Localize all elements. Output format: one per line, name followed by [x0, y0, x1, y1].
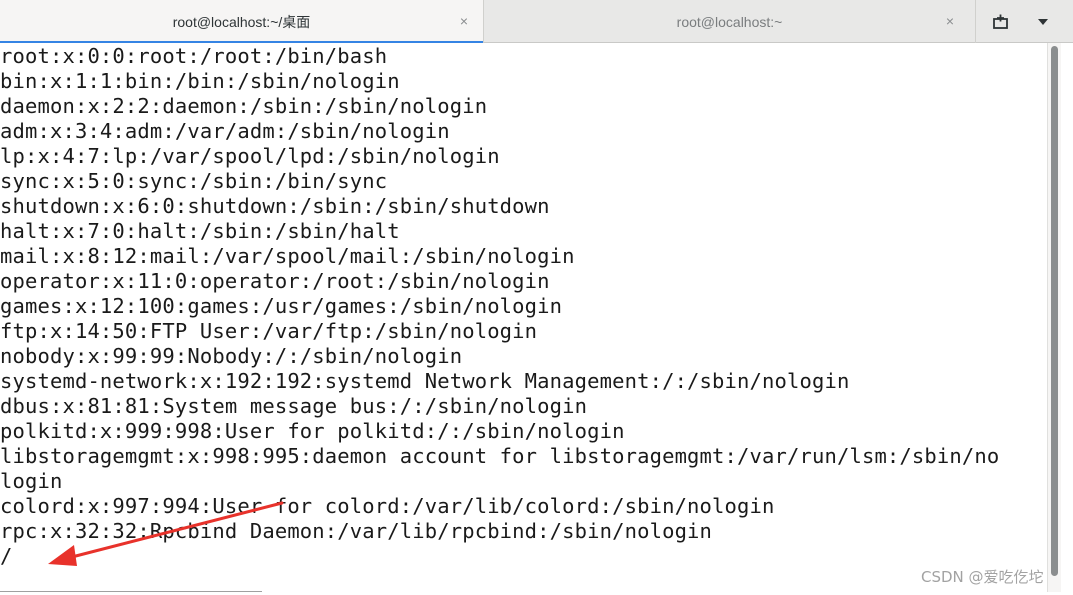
new-tab-button[interactable] [984, 10, 1018, 34]
watermark: CSDN @爱吃仡坨 [921, 568, 1044, 586]
terminal-line: adm:x:3:4:adm:/var/adm:/sbin/nologin [0, 119, 450, 143]
status-strip [0, 591, 262, 595]
terminal-line: games:x:12:100:games:/usr/games:/sbin/no… [0, 294, 563, 318]
tab-title: root@localhost:~/桌面 [172, 13, 311, 30]
terminal-line: operator:x:11:0:operator:/root:/sbin/nol… [0, 269, 550, 293]
terminal-line: rpc:x:32:32:Rpcbind Daemon:/var/lib/rpcb… [0, 519, 713, 543]
terminal-line: shutdown:x:6:0:shutdown:/sbin:/sbin/shut… [0, 194, 550, 218]
terminal-line: lp:x:4:7:lp:/var/spool/lpd:/sbin/nologin [0, 144, 500, 168]
terminal-line: / [0, 544, 13, 568]
terminal-line: daemon:x:2:2:daemon:/sbin:/sbin/nologin [0, 94, 488, 118]
tab-desktop[interactable]: root@localhost:~/桌面 × [0, 0, 484, 44]
tab-title: root@localhost:~ [676, 13, 783, 30]
terminal-line: root:x:0:0:root:/root:/bin/bash [0, 44, 388, 68]
close-icon[interactable]: × [456, 13, 472, 29]
scrollbar-thumb[interactable] [1051, 46, 1058, 576]
terminal-view[interactable]: root:x:0:0:root:/root:/bin/bash bin:x:1:1… [0, 43, 1047, 592]
terminal-line: polkitd:x:999:998:User for polkitd:/:/sb… [0, 419, 625, 443]
tab-bar: root@localhost:~/桌面 × root@localhost:~ × [0, 0, 1073, 44]
terminal-line: halt:x:7:0:halt:/sbin:/sbin/halt [0, 219, 400, 243]
terminal-line: dbus:x:81:81:System message bus:/:/sbin/… [0, 394, 588, 418]
terminal-line: mail:x:8:12:mail:/var/spool/mail:/sbin/n… [0, 244, 575, 268]
terminal-line: sync:x:5:0:sync:/sbin:/bin/sync [0, 169, 388, 193]
tab-home[interactable]: root@localhost:~ × [484, 0, 976, 43]
terminal-line: nobody:x:99:99:Nobody:/:/sbin/nologin [0, 344, 463, 368]
terminal-line: bin:x:1:1:bin:/bin:/sbin/nologin [0, 69, 400, 93]
terminal-line: systemd-network:x:192:192:systemd Networ… [0, 369, 850, 393]
terminal-line: ftp:x:14:50:FTP User:/var/ftp:/sbin/nolo… [0, 319, 538, 343]
terminal-line: login [0, 469, 63, 493]
new-tab-icon [993, 14, 1008, 29]
terminal-line: libstoragemgmt:x:998:995:daemon account … [0, 444, 1000, 468]
close-icon[interactable]: × [942, 13, 958, 29]
menu-button[interactable] [1026, 10, 1060, 34]
chevron-down-icon [1038, 19, 1048, 25]
terminal-line: colord:x:997:994:User for colord:/var/li… [0, 494, 775, 518]
